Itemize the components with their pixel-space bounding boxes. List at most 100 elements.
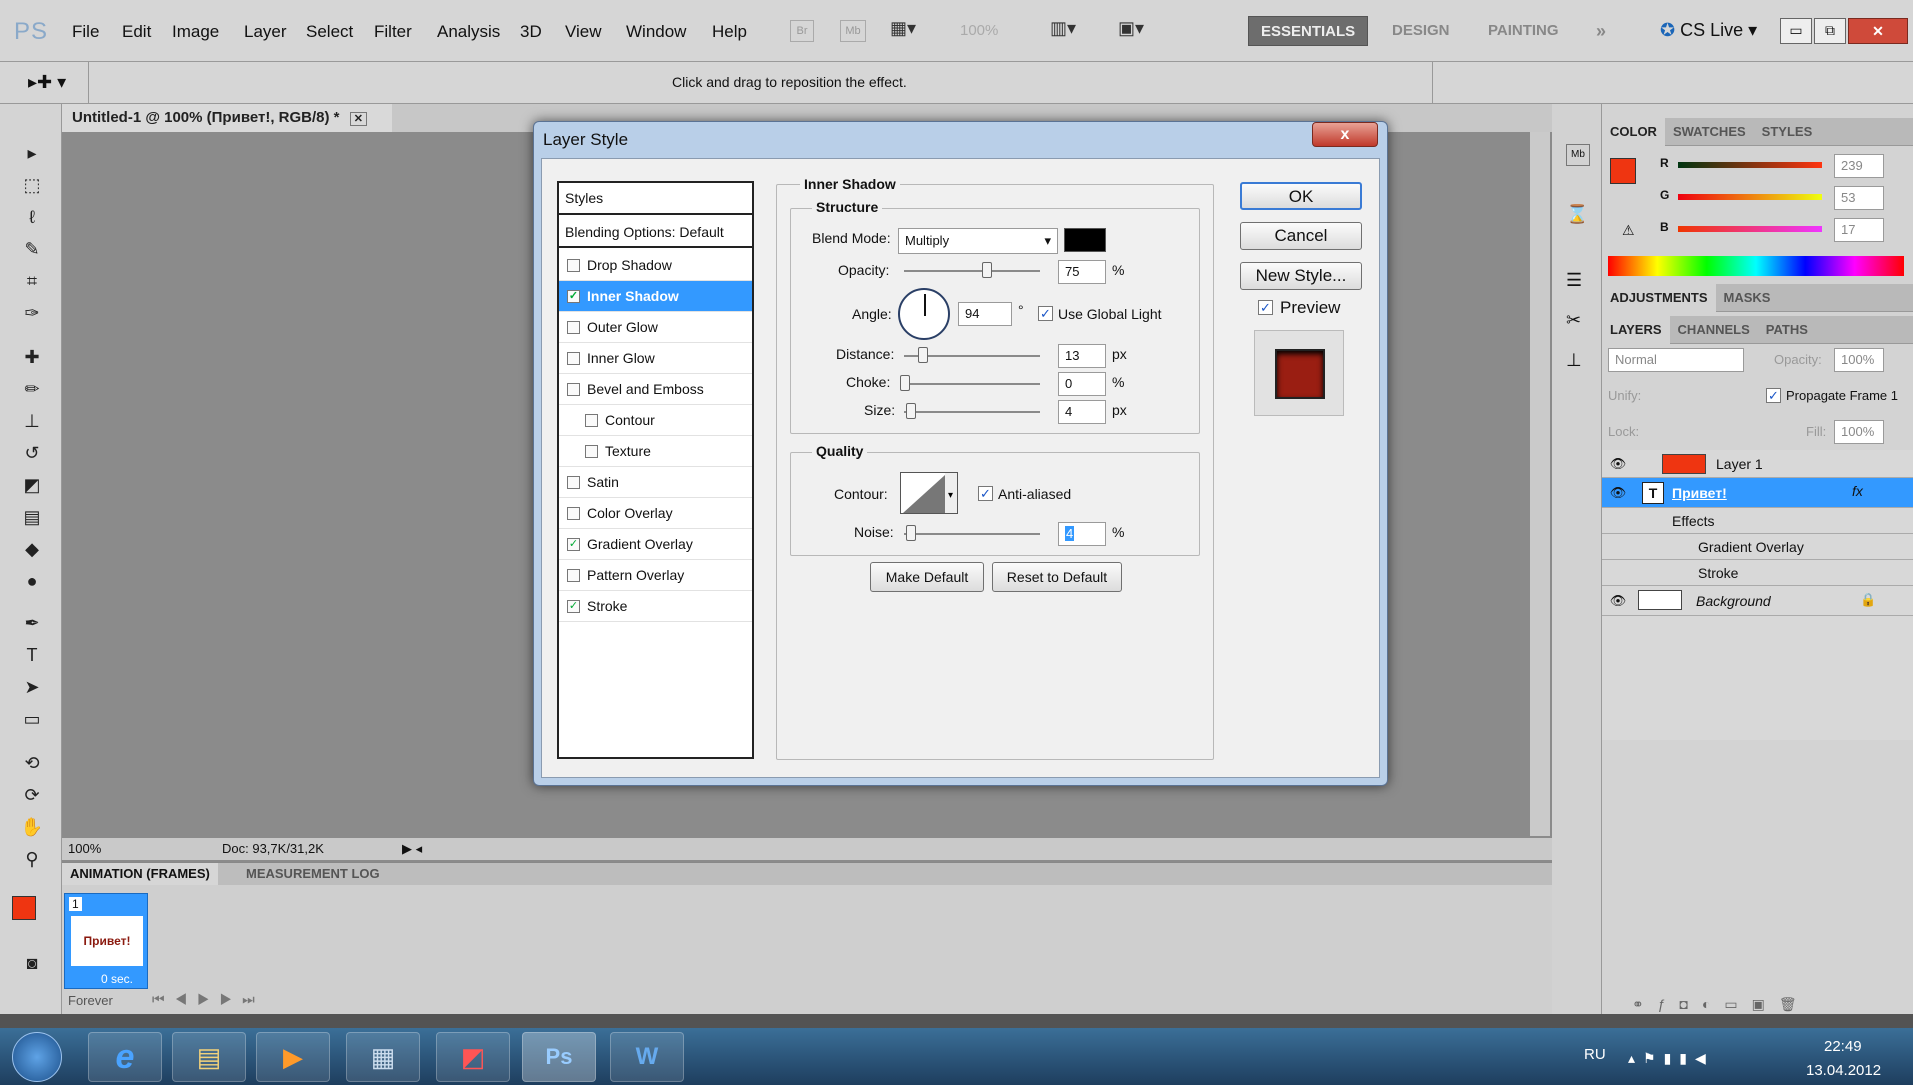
mini-bridge-button[interactable]: Mb — [840, 20, 866, 42]
word-icon[interactable]: W — [610, 1032, 684, 1082]
quick-select-tool-icon[interactable]: ✎ — [18, 236, 46, 262]
style-checkbox[interactable]: ✓ — [567, 600, 580, 613]
propagate-checkbox[interactable]: ✓ — [1766, 388, 1781, 403]
gradient-tool-icon[interactable]: ▤ — [18, 504, 46, 530]
distance-slider-knob[interactable] — [918, 347, 928, 363]
crop-tool-icon[interactable]: ⌗ — [18, 268, 46, 294]
history-icon[interactable]: ⌛ — [1566, 204, 1588, 225]
layer-row[interactable]: 👁 Layer 1 — [1602, 450, 1913, 478]
clock-time[interactable]: 22:49 — [1824, 1038, 1862, 1055]
color-spectrum-bar[interactable] — [1608, 256, 1904, 276]
style-checkbox[interactable] — [585, 414, 598, 427]
style-checkbox[interactable] — [567, 569, 580, 582]
r-value[interactable]: 239 — [1834, 154, 1884, 178]
cancel-button[interactable]: Cancel — [1240, 222, 1362, 250]
zoom-select[interactable]: 100% — [960, 22, 998, 39]
status-menu-arrow-icon[interactable]: ▶ ◂ — [402, 838, 422, 860]
animation-frame[interactable]: 1 Привет! 0 sec. — [64, 893, 148, 989]
b-value[interactable]: 17 — [1834, 218, 1884, 242]
choke-slider[interactable] — [904, 383, 1040, 385]
bridge-button[interactable]: Br — [790, 20, 814, 42]
style-item[interactable]: Contour — [559, 405, 752, 436]
vertical-scrollbar[interactable] — [1530, 132, 1550, 836]
internet-explorer-icon[interactable]: e — [88, 1032, 162, 1082]
style-checkbox[interactable] — [567, 476, 580, 489]
shape-tool-icon[interactable]: ▭ — [18, 706, 46, 732]
tab-paths[interactable]: PATHS — [1758, 316, 1816, 344]
menu-file[interactable]: File — [72, 22, 99, 42]
dialog-close-icon[interactable]: x — [1312, 122, 1378, 147]
noise-slider-knob[interactable] — [906, 525, 916, 541]
visibility-eye-icon[interactable]: 👁 — [1608, 483, 1628, 503]
brush-presets-icon[interactable]: ✂ — [1566, 310, 1581, 331]
reset-default-button[interactable]: Reset to Default — [992, 562, 1122, 592]
restore-icon[interactable]: ⧉ — [1814, 18, 1846, 44]
style-item[interactable]: Color Overlay — [559, 498, 752, 529]
angle-input[interactable]: 94 — [958, 302, 1012, 326]
ok-button[interactable]: OK — [1240, 182, 1362, 210]
style-checkbox[interactable] — [567, 259, 580, 272]
media-player-icon[interactable]: ▶ — [256, 1032, 330, 1082]
photoshop-taskbar-icon[interactable]: Ps — [522, 1032, 596, 1082]
noise-slider[interactable] — [904, 533, 1040, 535]
3d-orbit-tool-icon[interactable]: ⟳ — [18, 782, 46, 808]
style-item[interactable]: ✓ Stroke — [559, 591, 752, 622]
menu-analysis[interactable]: Analysis — [437, 22, 500, 42]
brush-tool-icon[interactable]: ✏ — [18, 376, 46, 402]
explorer-icon[interactable]: ▤ — [172, 1032, 246, 1082]
menu-3d[interactable]: 3D — [520, 22, 542, 42]
anti-aliased-checkbox[interactable]: ✓ — [978, 486, 993, 501]
b-slider[interactable] — [1678, 226, 1822, 232]
minimize-icon[interactable]: ▭ — [1780, 18, 1812, 44]
noise-input[interactable]: 4 — [1058, 522, 1106, 546]
style-checkbox[interactable]: ✓ — [567, 538, 580, 551]
menu-view[interactable]: View — [565, 22, 602, 42]
size-slider[interactable] — [904, 411, 1040, 413]
layers-footer-icons[interactable]: ⚭ƒ◘◐▭▣🗑 — [1632, 996, 1811, 1013]
fx-icon[interactable]: fx — [1852, 483, 1863, 499]
menu-help[interactable]: Help — [712, 22, 747, 42]
preview-checkbox[interactable]: ✓ — [1258, 300, 1273, 315]
style-checkbox[interactable] — [585, 445, 598, 458]
tab-swatches[interactable]: SWATCHES — [1665, 118, 1754, 146]
frame-delay[interactable]: 0 sec. — [101, 972, 133, 986]
move-tool-icon[interactable]: ▸ — [18, 140, 46, 166]
style-item[interactable]: Pattern Overlay — [559, 560, 752, 591]
fill-value[interactable]: 100% — [1834, 420, 1884, 444]
path-selection-tool-icon[interactable]: ➤ — [18, 674, 46, 700]
style-checkbox[interactable]: ✓ — [567, 290, 580, 303]
shadow-color-swatch[interactable] — [1064, 228, 1106, 252]
style-checkbox[interactable] — [567, 383, 580, 396]
angle-dial[interactable] — [898, 288, 950, 340]
styles-header[interactable]: Styles — [559, 183, 752, 215]
view-extras-icon[interactable]: ▦▾ — [890, 18, 930, 44]
effects-row[interactable]: Effects — [1602, 508, 1913, 534]
healing-brush-tool-icon[interactable]: ✚ — [18, 344, 46, 370]
actions-icon[interactable]: ☰ — [1566, 270, 1582, 291]
gamut-warning-icon[interactable]: ⚠ — [1622, 222, 1635, 239]
loop-select[interactable]: Forever — [68, 993, 113, 1008]
layer-name[interactable]: Background — [1696, 593, 1771, 609]
playback-controls-icon[interactable]: ⏮◀▶▶⏭ — [152, 991, 265, 1008]
tab-measurement-log[interactable]: MEASUREMENT LOG — [238, 863, 388, 885]
distance-input[interactable]: 13 — [1058, 344, 1106, 368]
zoom-tool-icon[interactable]: ⚲ — [18, 846, 46, 872]
layer-name[interactable]: Привет! — [1672, 485, 1727, 501]
style-item[interactable]: ✓ Gradient Overlay — [559, 529, 752, 560]
contour-picker[interactable]: ▾ — [900, 472, 958, 514]
lasso-tool-icon[interactable]: ℓ — [18, 204, 46, 230]
workspace-essentials[interactable]: ESSENTIALS — [1248, 16, 1369, 46]
make-default-button[interactable]: Make Default — [870, 562, 984, 592]
style-checkbox[interactable] — [567, 507, 580, 520]
r-slider[interactable] — [1678, 162, 1822, 168]
menu-filter[interactable]: Filter — [374, 22, 412, 42]
clock-date[interactable]: 13.04.2012 — [1806, 1062, 1881, 1079]
color-foreground-swatch[interactable] — [1610, 158, 1636, 184]
more-workspaces-button[interactable]: » — [1584, 16, 1618, 46]
tray-icons[interactable]: ▴⚑▮▮◀ — [1628, 1050, 1714, 1067]
menu-window[interactable]: Window — [626, 22, 686, 42]
hand-tool-icon[interactable]: ✋ — [18, 814, 46, 840]
pen-tool-icon[interactable]: ✒ — [18, 610, 46, 636]
visibility-eye-icon[interactable]: 👁 — [1608, 454, 1628, 474]
style-item[interactable]: Outer Glow — [559, 312, 752, 343]
